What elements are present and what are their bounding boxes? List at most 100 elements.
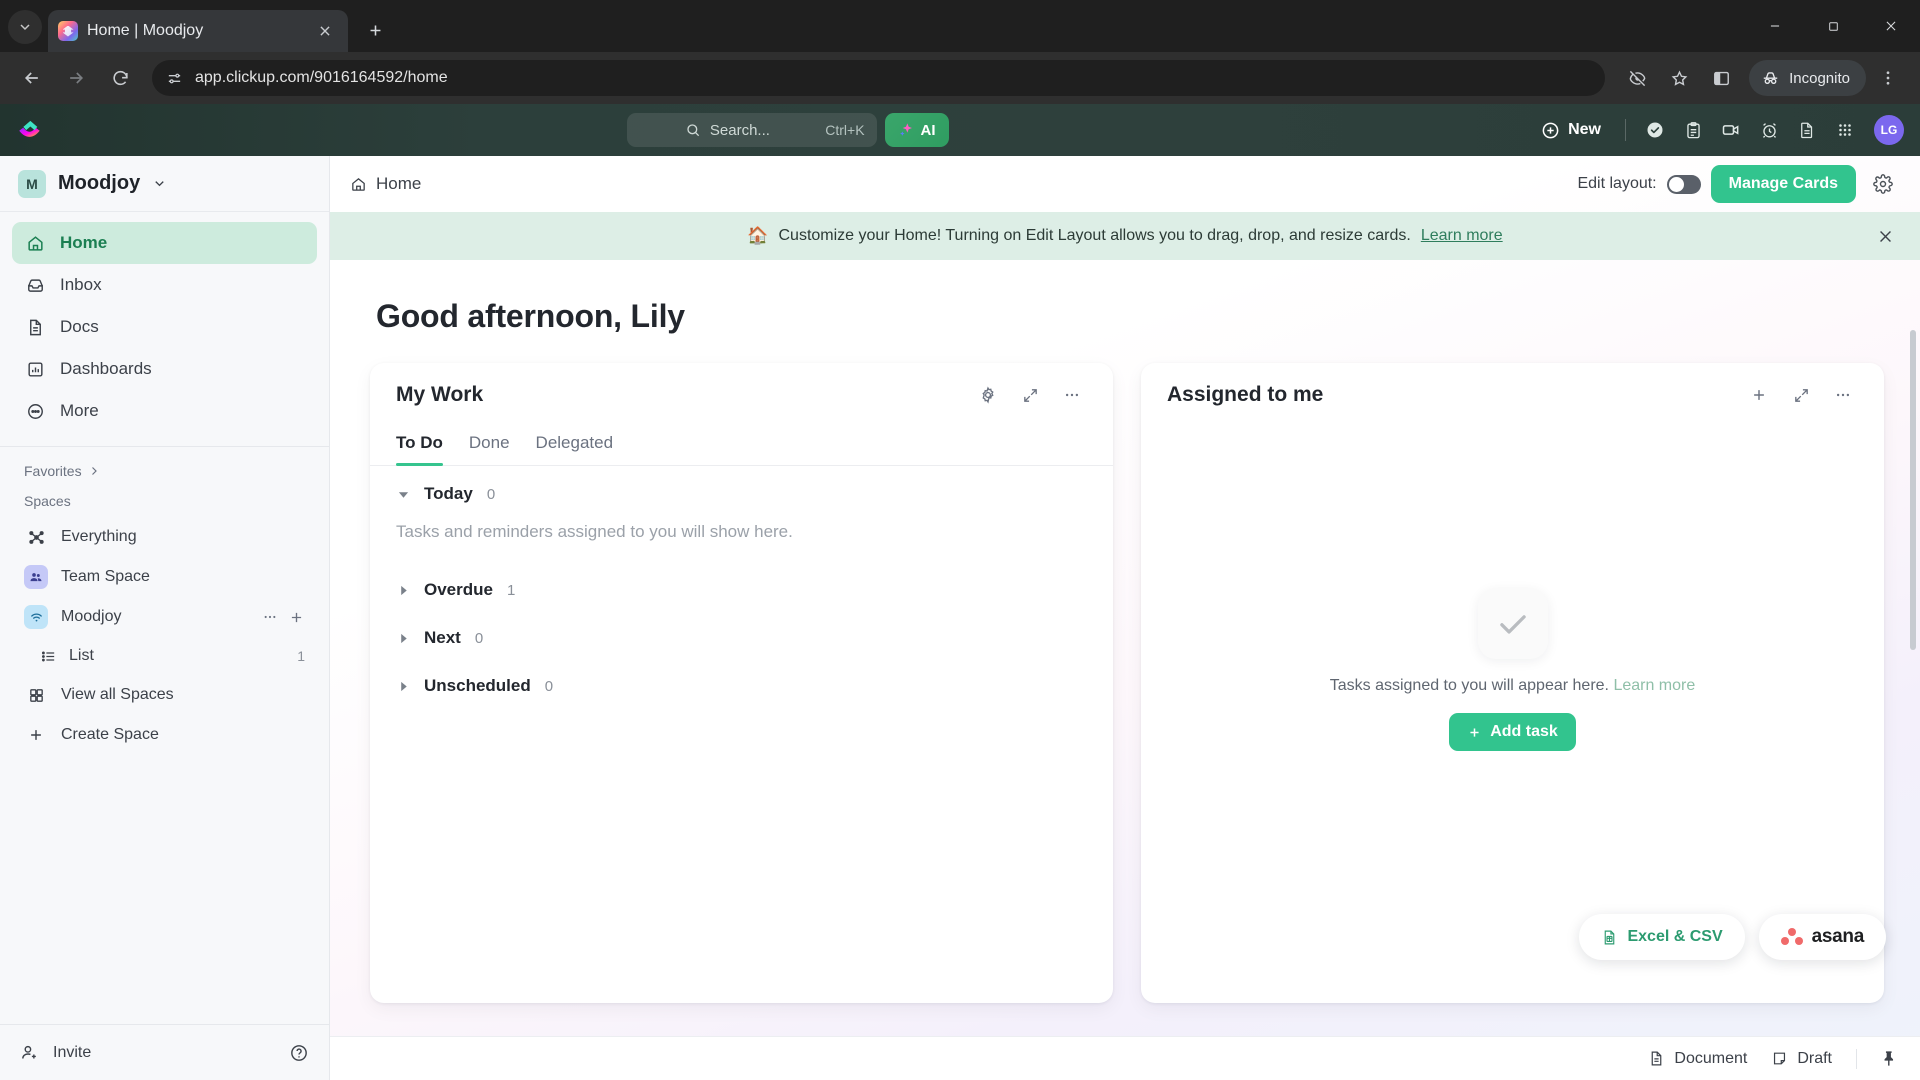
expand-icon[interactable] xyxy=(1786,380,1816,410)
address-bar[interactable]: app.clickup.com/9016164592/home xyxy=(152,60,1606,96)
reload-icon[interactable] xyxy=(100,58,140,98)
draft-icon xyxy=(1771,1050,1788,1067)
spaces-section-header: Spaces xyxy=(0,487,329,517)
expand-icon[interactable] xyxy=(1015,380,1045,410)
tab-to-do[interactable]: To Do xyxy=(396,427,443,466)
view-all-spaces-button[interactable]: View all Spaces xyxy=(0,675,329,715)
chevron-down-icon[interactable] xyxy=(152,176,167,191)
tab-done[interactable]: Done xyxy=(469,427,510,465)
excel-csv-widget[interactable]: Excel & CSV xyxy=(1579,914,1745,960)
sidebar: M Moodjoy Home Inbox Docs Dashboards Mor… xyxy=(0,156,330,1080)
group-name: Next xyxy=(424,628,461,647)
ai-button[interactable]: AI xyxy=(884,113,949,147)
alarm-clock-icon[interactable] xyxy=(1752,113,1786,147)
task-group-next[interactable]: Next 0 xyxy=(370,604,1113,652)
sidebar-item-docs[interactable]: Docs xyxy=(12,306,317,348)
edit-layout-label: Edit layout: xyxy=(1577,175,1657,192)
task-group-overdue[interactable]: Overdue 1 xyxy=(370,562,1113,604)
status-document[interactable]: Document xyxy=(1648,1050,1747,1068)
space-add-icon[interactable] xyxy=(288,609,305,626)
card-title: My Work xyxy=(396,383,484,406)
banner-learn-more-link[interactable]: Learn more xyxy=(1421,227,1503,245)
manage-cards-button[interactable]: Manage Cards xyxy=(1710,165,1856,203)
document-icon[interactable] xyxy=(1790,113,1824,147)
close-window-icon[interactable] xyxy=(1862,2,1920,50)
vertical-scrollbar[interactable] xyxy=(1908,260,1918,1036)
asana-widget[interactable]: asana xyxy=(1758,914,1886,960)
task-group-today[interactable]: Today 0 xyxy=(370,466,1113,508)
scrollbar-thumb[interactable] xyxy=(1910,330,1916,650)
more-icon[interactable] xyxy=(1828,380,1858,410)
gear-icon[interactable] xyxy=(1866,167,1900,201)
tab-delegated[interactable]: Delegated xyxy=(536,427,614,465)
browser-toolbar: app.clickup.com/9016164592/home Incognit… xyxy=(0,52,1920,104)
browser-tab[interactable]: Home | Moodjoy xyxy=(48,10,348,52)
chrome-menu-icon[interactable] xyxy=(1868,58,1908,98)
caret-right-icon[interactable] xyxy=(396,585,410,596)
url-text: app.clickup.com/9016164592/home xyxy=(195,69,448,86)
clickup-logo-icon[interactable] xyxy=(16,115,46,145)
workspace-switcher[interactable]: M Moodjoy xyxy=(0,156,329,212)
caret-down-icon[interactable] xyxy=(396,489,410,500)
clickup-topbar: Search... Ctrl+K AI New LG xyxy=(0,104,1920,156)
invite-label[interactable]: Invite xyxy=(53,1044,91,1062)
workspace-badge: M xyxy=(18,169,46,198)
task-group-unscheduled[interactable]: Unscheduled 0 xyxy=(370,652,1113,700)
incognito-label: Incognito xyxy=(1789,69,1850,87)
maximize-icon[interactable] xyxy=(1804,2,1862,50)
sidebar-item-home[interactable]: Home xyxy=(12,222,317,264)
tab-strip: Home | Moodjoy xyxy=(0,0,1920,52)
hide-password-icon[interactable] xyxy=(1617,58,1657,98)
help-icon[interactable] xyxy=(289,1043,309,1063)
video-icon[interactable] xyxy=(1714,113,1748,147)
sidebar-item-label: Dashboards xyxy=(60,359,152,378)
sidebar-item-dashboards[interactable]: Dashboards xyxy=(12,348,317,390)
assigned-learn-more-link[interactable]: Learn more xyxy=(1613,677,1695,694)
bookmark-star-icon[interactable] xyxy=(1659,58,1699,98)
new-tab-button[interactable] xyxy=(358,13,392,47)
dashboards-icon xyxy=(24,360,46,379)
tab-search-chevron-icon[interactable] xyxy=(8,10,42,44)
breadcrumb[interactable]: Home xyxy=(350,174,421,194)
pin-icon[interactable] xyxy=(1881,1050,1898,1067)
new-button[interactable]: New xyxy=(1529,113,1613,147)
apps-grid-icon[interactable] xyxy=(1828,113,1862,147)
caret-right-icon[interactable] xyxy=(396,681,410,692)
site-settings-icon[interactable] xyxy=(166,70,183,87)
space-label: Everything xyxy=(61,528,137,545)
sidebar-list-item[interactable]: List 1 xyxy=(0,637,329,675)
edit-layout-toggle[interactable] xyxy=(1666,174,1701,194)
sidebar-item-label: Inbox xyxy=(60,275,102,294)
favorites-section-header[interactable]: Favorites xyxy=(0,447,329,487)
close-icon[interactable] xyxy=(1872,223,1898,249)
avatar[interactable]: LG xyxy=(1874,115,1904,145)
search-input[interactable]: Search... Ctrl+K xyxy=(626,113,877,147)
status-draft[interactable]: Draft xyxy=(1771,1050,1832,1068)
back-icon[interactable] xyxy=(12,58,52,98)
close-icon[interactable] xyxy=(312,18,338,44)
more-icon xyxy=(24,402,46,421)
sidebar-item-more[interactable]: More xyxy=(12,390,317,432)
add-task-label: Add task xyxy=(1490,723,1558,740)
sidebar-space-moodjoy[interactable]: Moodjoy xyxy=(0,597,329,637)
check-circle-icon[interactable] xyxy=(1638,113,1672,147)
space-more-icon[interactable] xyxy=(262,609,278,625)
minimize-icon[interactable] xyxy=(1746,2,1804,50)
side-panel-icon[interactable] xyxy=(1701,58,1741,98)
incognito-indicator[interactable]: Incognito xyxy=(1749,60,1866,96)
more-icon[interactable] xyxy=(1057,380,1087,410)
my-work-card: My Work To Do Done Delegated Today 0 Tas… xyxy=(370,363,1113,1003)
caret-right-icon[interactable] xyxy=(396,633,410,644)
clipboard-icon[interactable] xyxy=(1676,113,1710,147)
sidebar-item-inbox[interactable]: Inbox xyxy=(12,264,317,306)
sidebar-space-team-space[interactable]: Team Space xyxy=(0,557,329,597)
card-title: Assigned to me xyxy=(1167,383,1324,406)
list-label: List xyxy=(69,647,94,664)
forward-icon[interactable] xyxy=(56,58,96,98)
create-space-label: Create Space xyxy=(61,726,159,743)
add-task-button[interactable]: Add task xyxy=(1449,713,1576,751)
sidebar-space-everything[interactable]: Everything xyxy=(0,517,329,557)
plus-icon[interactable] xyxy=(1744,380,1774,410)
gear-icon[interactable] xyxy=(973,380,1003,410)
create-space-button[interactable]: Create Space xyxy=(0,715,329,755)
